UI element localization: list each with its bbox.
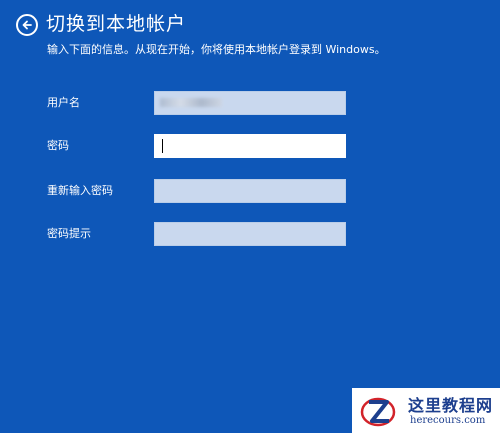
z-logo-icon — [360, 397, 396, 427]
back-arrow-icon — [22, 20, 32, 30]
username-label: 用户名 — [47, 96, 80, 109]
watermark-url: herecours.com — [410, 415, 486, 426]
reenter-password-label: 重新输入密码 — [47, 184, 113, 197]
watermark-title: 这里教程网 — [408, 396, 494, 415]
reenter-password-input[interactable] — [154, 179, 346, 203]
password-hint-label: 密码提示 — [47, 227, 91, 240]
page-subtitle: 输入下面的信息。从现在开始，你将使用本地帐户登录到 Windows。 — [47, 43, 386, 56]
back-button[interactable] — [16, 14, 38, 36]
password-hint-input[interactable] — [154, 222, 346, 246]
password-row: 密码 — [0, 134, 500, 158]
blurred-username — [160, 98, 222, 107]
page-title: 切换到本地帐户 — [46, 13, 187, 35]
password-input[interactable] — [154, 134, 346, 158]
text-cursor — [162, 139, 163, 153]
reenter-password-row: 重新输入密码 — [0, 179, 500, 203]
password-hint-row: 密码提示 — [0, 222, 500, 246]
username-row: 用户名 — [0, 91, 500, 115]
password-label: 密码 — [47, 139, 69, 152]
site-watermark: 这里教程网 herecours.com — [352, 388, 500, 433]
